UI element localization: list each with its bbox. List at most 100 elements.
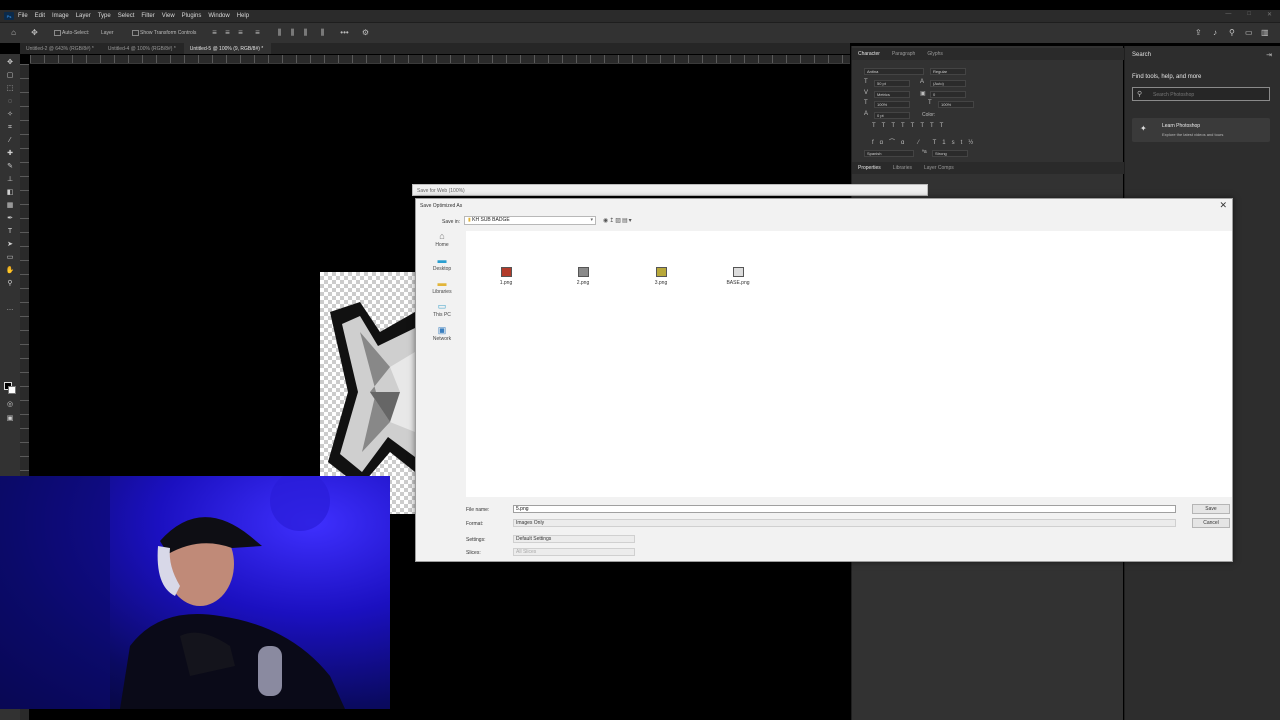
align-right-icon[interactable]: ≡ (236, 28, 245, 37)
color-swatches[interactable] (4, 382, 16, 394)
tab-character[interactable]: Character (852, 51, 886, 57)
gear-icon[interactable]: ⚙ (361, 28, 370, 37)
tab-layer-comps[interactable]: Layer Comps (918, 165, 960, 171)
font-size-field[interactable]: 50 pt (874, 80, 910, 87)
tracking-field[interactable]: 0 (930, 91, 966, 98)
distribute-vertical-icon[interactable]: ⫼ (318, 28, 327, 37)
menu-window[interactable]: Window (208, 13, 229, 19)
menu-type[interactable]: Type (98, 13, 111, 19)
tab-properties[interactable]: Properties (852, 165, 887, 171)
text-style-buttons[interactable]: TTTTTTTT (872, 123, 949, 129)
file-name-input[interactable]: 5.png (513, 505, 1176, 513)
menu-plugins[interactable]: Plugins (182, 13, 202, 19)
lasso-icon[interactable]: ◌ (5, 97, 15, 107)
menu-layer[interactable]: Layer (76, 13, 91, 19)
pen-icon[interactable]: ✒ (5, 214, 15, 224)
tab-libraries[interactable]: Libraries (887, 165, 918, 171)
place-libraries[interactable]: ▬ Libraries (422, 278, 462, 295)
file-list[interactable]: 1.png 2.png 3.png BASE.png (466, 231, 1232, 497)
font-style-select[interactable]: Regular (930, 68, 966, 75)
save-in-select[interactable]: ▮ KH SUB BADGE ▾ (464, 216, 596, 225)
minimize-icon[interactable]: — (1225, 11, 1231, 18)
tab-glyphs[interactable]: Glyphs (921, 51, 949, 57)
more-tools-icon[interactable]: … (5, 304, 15, 314)
show-transform-checkbox[interactable] (132, 30, 139, 36)
kerning-field[interactable]: Metrics (874, 91, 910, 98)
file-item[interactable]: BASE.png (718, 267, 758, 286)
marquee-icon[interactable]: ⬚ (5, 84, 15, 94)
menu-select[interactable]: Select (118, 13, 135, 19)
share-icon[interactable]: ⇪ (1195, 28, 1202, 37)
menu-help[interactable]: Help (237, 13, 249, 19)
quick-mask-icon[interactable]: ◎ (5, 400, 15, 410)
screen-mode-icon[interactable]: ▣ (5, 414, 15, 424)
maximize-icon[interactable]: □ (1247, 11, 1251, 18)
background-color[interactable] (8, 386, 16, 394)
align-middle-icon[interactable]: ⫼ (288, 28, 297, 37)
move-tool-icon[interactable]: ✥ (30, 28, 39, 37)
horizontal-scale-field[interactable]: 100% (938, 101, 974, 108)
baseline-shift-field[interactable]: 0 pt (874, 112, 910, 119)
close-window-icon[interactable]: ✕ (1267, 11, 1272, 18)
vertical-scale-field[interactable]: 100% (874, 101, 910, 108)
collapse-panel-icon[interactable]: ⇥ (1266, 51, 1272, 59)
font-family-select[interactable]: Antina (864, 68, 924, 75)
leading-field[interactable]: (Auto) (930, 80, 966, 87)
format-select[interactable]: Images Only (513, 519, 1176, 527)
eraser-icon[interactable]: ◧ (5, 188, 15, 198)
slices-select[interactable]: All Slices (513, 548, 635, 556)
rectangle-icon[interactable]: ▭ (5, 253, 15, 263)
search-icon[interactable]: ⚲ (1229, 28, 1235, 37)
eyedropper-icon[interactable]: ⁄ (5, 136, 15, 146)
save-button[interactable]: Save (1192, 504, 1230, 514)
align-top-icon[interactable]: ⫼ (275, 28, 284, 37)
clone-stamp-icon[interactable]: ⊥ (5, 175, 15, 185)
align-center-icon[interactable]: ≡ (223, 28, 232, 37)
zoom-icon[interactable]: ⚲ (5, 279, 15, 289)
new-folder-icon[interactable]: ▨ (615, 218, 622, 224)
view-menu-icon[interactable]: ▤▾ (622, 218, 633, 224)
file-item[interactable]: 2.png (563, 267, 603, 286)
auto-select-checkbox[interactable] (54, 30, 61, 36)
artboard-icon[interactable]: ▢ (5, 71, 15, 81)
menu-filter[interactable]: Filter (141, 13, 154, 19)
type-icon[interactable]: T (5, 227, 15, 237)
tab-untitled-4[interactable]: Untitled-4 @ 100% (RGB/8#) * (102, 43, 184, 54)
healing-brush-icon[interactable]: ✚ (5, 149, 15, 159)
magic-wand-icon[interactable]: ✧ (5, 110, 15, 120)
auto-select-dropdown[interactable]: Layer (101, 30, 114, 36)
place-desktop[interactable]: ▬ Desktop (422, 255, 462, 272)
tab-untitled-2[interactable]: Untitled-2 @ 643% (RGB/8#) * (20, 43, 102, 54)
more-options-icon[interactable]: ••• (340, 28, 349, 37)
place-home[interactable]: ⌂ Home (422, 231, 462, 248)
opentype-buttons[interactable]: fɑ⌒ɑ ⁄ T1st½ (872, 137, 979, 146)
panels-icon[interactable]: ▥ (1261, 28, 1269, 37)
move-icon[interactable]: ✥ (5, 58, 15, 68)
tab-paragraph[interactable]: Paragraph (886, 51, 921, 57)
brush-icon[interactable]: ✎ (5, 162, 15, 172)
menu-view[interactable]: View (162, 13, 175, 19)
learn-photoshop-card[interactable]: ✦ Learn Photoshop Explore the latest vid… (1132, 118, 1270, 142)
settings-select[interactable]: Default Settings (513, 535, 635, 543)
home-icon[interactable]: ⌂ (9, 28, 18, 37)
gradient-icon[interactable]: ▦ (5, 201, 15, 211)
menu-file[interactable]: File (18, 13, 28, 19)
menu-edit[interactable]: Edit (35, 13, 45, 19)
search-input[interactable]: ⚲ Search Photoshop (1132, 87, 1270, 101)
tab-untitled-5[interactable]: Untitled-5 @ 100% (9, RGB/8#) * (183, 43, 272, 54)
file-item[interactable]: 3.png (641, 267, 681, 286)
crop-icon[interactable]: ⌗ (5, 123, 15, 133)
distribute-icon[interactable]: ≡ (253, 28, 262, 37)
place-network[interactable]: ▣ Network (422, 325, 462, 342)
close-icon[interactable]: ✕ (1219, 200, 1227, 211)
align-bottom-icon[interactable]: ⫼ (301, 28, 310, 37)
cancel-button[interactable]: Cancel (1192, 518, 1230, 528)
antialias-select[interactable]: Strong (932, 150, 968, 157)
place-this-pc[interactable]: ▭ This PC (422, 301, 462, 318)
menu-image[interactable]: Image (52, 13, 69, 19)
path-selection-icon[interactable]: ➤ (5, 240, 15, 250)
hand-icon[interactable]: ✋ (5, 266, 15, 276)
bell-icon[interactable]: ♪ (1213, 28, 1217, 37)
workspace-icon[interactable]: ▭ (1245, 28, 1253, 37)
file-item[interactable]: 1.png (486, 267, 526, 286)
